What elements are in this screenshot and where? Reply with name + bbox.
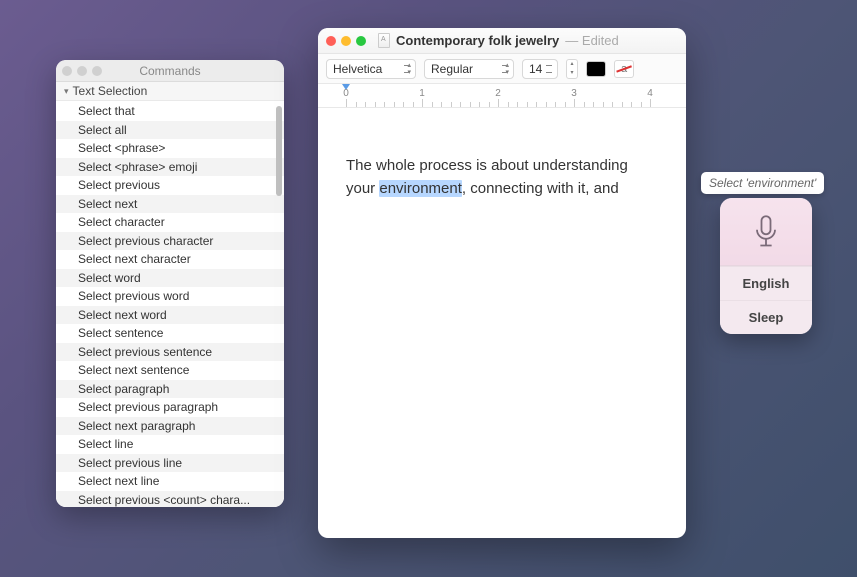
command-item[interactable]: Select <phrase> — [56, 139, 284, 158]
ruler-label: 1 — [419, 88, 425, 99]
font-size-value: 14 — [529, 62, 542, 76]
voice-feedback-tooltip: Select 'environment' — [701, 172, 824, 194]
commands-window: Commands ▾ Text Selection Select thatSel… — [56, 60, 284, 507]
scrollbar[interactable] — [276, 106, 282, 196]
commands-titlebar[interactable]: Commands — [56, 60, 284, 82]
command-item[interactable]: Select previous line — [56, 454, 284, 473]
command-item[interactable]: Select all — [56, 121, 284, 140]
command-item[interactable]: Select character — [56, 213, 284, 232]
close-icon[interactable] — [62, 66, 72, 76]
command-item[interactable]: Select previous word — [56, 287, 284, 306]
commands-list: Select thatSelect allSelect <phrase>Sele… — [56, 102, 284, 507]
minimize-icon[interactable] — [77, 66, 87, 76]
command-item[interactable]: Select line — [56, 435, 284, 454]
sleep-button[interactable]: Sleep — [720, 300, 812, 334]
command-item[interactable]: Select next character — [56, 250, 284, 269]
ruler-label: 0 — [343, 88, 349, 99]
command-item[interactable]: Select next word — [56, 306, 284, 325]
body-text: , connecting with it, and — [462, 180, 619, 197]
traffic-lights[interactable] — [326, 36, 366, 46]
chevron-down-icon: ▾ — [64, 86, 69, 97]
font-style-value: Regular — [431, 62, 473, 76]
ruler-label: 2 — [495, 88, 501, 99]
close-icon[interactable] — [326, 36, 336, 46]
voice-control-panel: English Sleep — [720, 198, 812, 334]
editor-content[interactable]: The whole process is about understanding… — [318, 108, 686, 538]
language-button[interactable]: English — [720, 266, 812, 300]
command-item[interactable]: Select paragraph — [56, 380, 284, 399]
zoom-icon[interactable] — [356, 36, 366, 46]
document-title: Contemporary folk jewelry — [396, 33, 559, 48]
traffic-lights[interactable] — [62, 66, 102, 76]
strikethrough-button[interactable]: a — [614, 60, 634, 78]
command-item[interactable]: Select <phrase> emoji — [56, 158, 284, 177]
selected-text[interactable]: environment — [379, 180, 462, 197]
section-header-text-selection[interactable]: ▾ Text Selection — [56, 82, 284, 101]
text-color-swatch[interactable] — [586, 61, 606, 77]
editor-titlebar[interactable]: Contemporary folk jewelry — Edited — [318, 28, 686, 54]
font-size-select[interactable]: 14 — [522, 59, 558, 79]
command-item[interactable]: Select previous paragraph — [56, 398, 284, 417]
command-item[interactable]: Select previous sentence — [56, 343, 284, 362]
command-item[interactable]: Select previous — [56, 176, 284, 195]
font-size-stepper[interactable]: ▴▾ — [566, 59, 578, 79]
document-icon — [378, 33, 390, 48]
font-style-select[interactable]: Regular ▴▾ — [424, 59, 514, 79]
command-item[interactable]: Select next sentence — [56, 361, 284, 380]
ruler-label: 3 — [571, 88, 577, 99]
command-item[interactable]: Select next line — [56, 472, 284, 491]
microphone-button[interactable] — [720, 198, 812, 266]
editor-toolbar: Helvetica ▴▾ Regular ▴▾ 14 ▴▾ a — [318, 54, 686, 84]
ruler-label: 4 — [647, 88, 653, 99]
editor-window: Contemporary folk jewelry — Edited Helve… — [318, 28, 686, 538]
minimize-icon[interactable] — [341, 36, 351, 46]
section-label: Text Selection — [73, 84, 148, 98]
command-item[interactable]: Select previous character — [56, 232, 284, 251]
font-family-value: Helvetica — [333, 62, 382, 76]
edited-indicator: — Edited — [565, 33, 618, 48]
zoom-icon[interactable] — [92, 66, 102, 76]
command-item[interactable]: Select word — [56, 269, 284, 288]
command-item[interactable]: Select sentence — [56, 324, 284, 343]
ruler[interactable]: 0 1 2 3 4 — [318, 84, 686, 108]
commands-body: ▾ Text Selection Select thatSelect allSe… — [56, 82, 284, 507]
command-item[interactable]: Select next paragraph — [56, 417, 284, 436]
command-item[interactable]: Select previous <count> chara... — [56, 491, 284, 508]
microphone-icon — [752, 214, 780, 250]
font-family-select[interactable]: Helvetica ▴▾ — [326, 59, 416, 79]
command-item[interactable]: Select next — [56, 195, 284, 214]
command-item[interactable]: Select that — [56, 102, 284, 121]
